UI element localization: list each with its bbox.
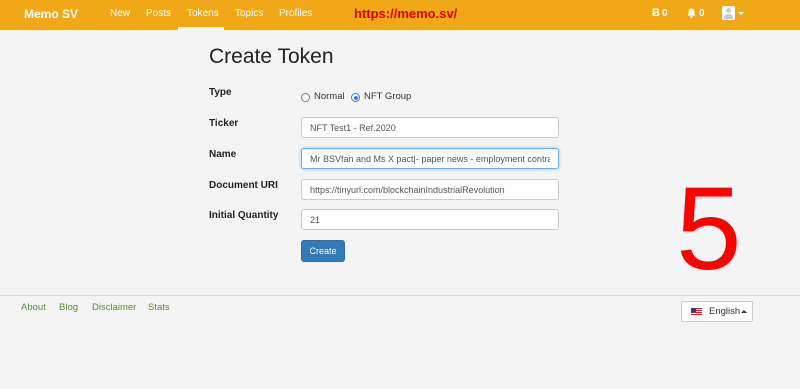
footer-link-disclaimer[interactable]: Disclaimer: [92, 302, 136, 313]
user-avatar[interactable]: [722, 6, 735, 20]
nav-link-topics[interactable]: Topics: [235, 8, 263, 19]
name-label: Name: [209, 149, 237, 160]
us-flag-icon: [691, 308, 702, 315]
initial-quantity-input[interactable]: [301, 209, 559, 230]
document-uri-label: Document URI: [209, 180, 278, 191]
brand-logo[interactable]: Memo SV: [24, 7, 78, 21]
page-title: Create Token: [209, 45, 334, 68]
footer-divider: [0, 295, 800, 296]
type-option-normal-label[interactable]: Normal: [314, 91, 345, 102]
ticker-input[interactable]: [301, 117, 559, 138]
overlay-url-annotation: https://memo.sv/: [354, 6, 458, 21]
initial-quantity-label: Initial Quantity: [209, 210, 279, 221]
footer-link-stats[interactable]: Stats: [148, 302, 170, 313]
name-input[interactable]: [301, 148, 559, 169]
caret-up-icon: [741, 310, 747, 313]
bitcoin-b-icon[interactable]: Ƀ: [652, 7, 660, 19]
language-label: English: [709, 306, 741, 317]
footer-link-blog[interactable]: Blog: [59, 302, 78, 313]
nav-link-profiles[interactable]: Profiles: [279, 8, 312, 19]
type-label: Type: [209, 87, 232, 98]
nav-link-new[interactable]: New: [110, 8, 130, 19]
chevron-down-icon[interactable]: [738, 12, 744, 15]
notification-count[interactable]: 0: [699, 8, 705, 19]
ticker-label: Ticker: [209, 118, 239, 129]
type-option-nft-group-label[interactable]: NFT Group: [364, 91, 411, 102]
document-uri-input[interactable]: [301, 179, 559, 200]
balance-count[interactable]: 0: [662, 8, 668, 19]
type-radio-normal[interactable]: [301, 93, 310, 102]
create-button[interactable]: Create: [301, 240, 345, 262]
top-navbar: Memo SV New Posts Tokens Topics Profiles…: [0, 0, 800, 30]
nav-link-posts[interactable]: Posts: [146, 8, 171, 19]
type-radio-nft-group[interactable]: [351, 93, 360, 102]
bell-icon[interactable]: [687, 8, 696, 18]
active-tab-indicator: [178, 27, 224, 30]
nav-link-tokens[interactable]: Tokens: [187, 8, 219, 19]
step-number-annotation: 5: [676, 163, 742, 295]
language-selector[interactable]: English: [681, 301, 753, 322]
footer-link-about[interactable]: About: [21, 302, 46, 313]
